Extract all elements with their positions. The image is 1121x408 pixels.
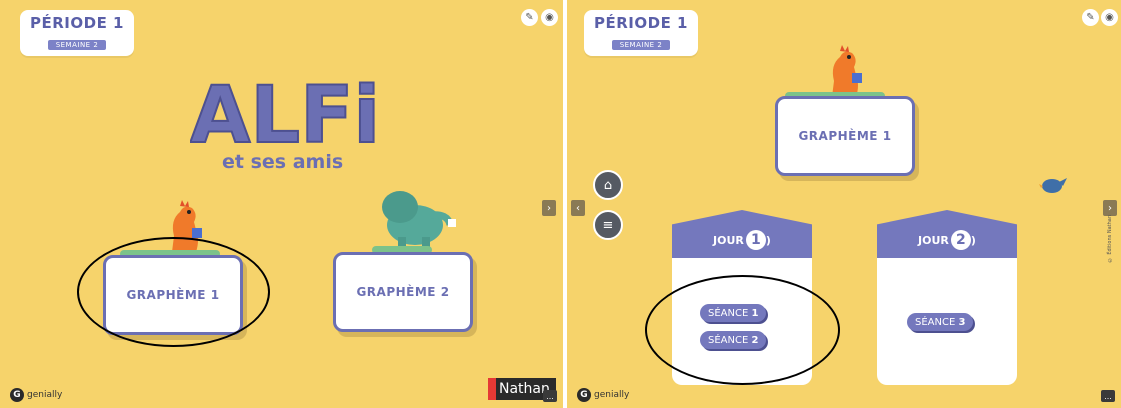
home-icon[interactable]: ⌂ — [593, 170, 623, 200]
grapheme-2-label: GRAPHÈME 2 — [356, 285, 449, 299]
highlight-ellipse — [645, 275, 840, 385]
grapheme-1-label: GRAPHÈME 1 — [798, 129, 891, 143]
next-arrow[interactable]: › — [542, 200, 556, 216]
jour-word: JOUR — [918, 234, 949, 247]
nathan-red-mark — [488, 378, 496, 400]
alfi-logo-sub: et ses amis — [222, 151, 343, 173]
jour-word: JOUR — [713, 234, 744, 247]
genially-logo-icon: G — [577, 388, 591, 402]
seance-3-button[interactable]: SÉANCE 3 — [907, 313, 974, 331]
genially-label: genially — [594, 390, 630, 400]
grapheme-word: GRAPHÈME — [356, 285, 436, 299]
highlight-ellipse — [77, 237, 270, 347]
grapheme-2-card[interactable]: GRAPHÈME 2 — [333, 252, 473, 332]
prev-arrow[interactable]: ‹ — [571, 200, 585, 216]
alfi-logo-main: ALFi — [190, 71, 380, 161]
seance-num: 3 — [958, 316, 966, 328]
next-arrow[interactable]: › — [1103, 200, 1117, 216]
jour-suffix: ) — [970, 234, 976, 247]
period-week: SEMAINE 2 — [611, 40, 671, 50]
jour-2-panel: JOUR 2) — [877, 210, 1017, 385]
left-panel: PÉRIODE 1 SEMAINE 2 ✎ ◉ ALFi et ses amis… — [0, 0, 563, 408]
period-week: SEMAINE 2 — [47, 40, 107, 50]
genially-logo-icon: G — [10, 388, 24, 402]
palette-icon[interactable]: ◉ — [1101, 9, 1118, 26]
grapheme-1-card[interactable]: GRAPHÈME 1 — [775, 96, 915, 176]
right-panel: PÉRIODE 1 SEMAINE 2 ✎ ◉ GRAPHÈME 1 ⌂ ≡ ‹… — [567, 0, 1121, 408]
jour-num: 1 — [745, 230, 766, 250]
copyright-text: © Éditions Nathan — [1107, 215, 1113, 263]
genially-brand[interactable]: G genially — [10, 388, 62, 402]
bird-illustration — [1039, 178, 1067, 193]
grapheme-word: GRAPHÈME — [798, 129, 878, 143]
pencil-icon[interactable]: ✎ — [521, 9, 538, 26]
genially-label: genially — [27, 390, 63, 400]
menu-icon[interactable]: ≡ — [593, 210, 623, 240]
jour-suffix: ) — [765, 234, 771, 247]
jour-num: 2 — [950, 230, 971, 250]
period-title: PÉRIODE 1 — [594, 14, 688, 32]
period-badge: PÉRIODE 1 SEMAINE 2 — [20, 10, 134, 56]
more-options-button[interactable]: ... — [543, 390, 557, 402]
jour-2-label: JOUR 2) — [877, 230, 1017, 250]
grapheme-num: 2 — [440, 285, 450, 299]
elephant-illustration — [382, 191, 456, 253]
period-title: PÉRIODE 1 — [30, 14, 124, 32]
seance-word: SÉANCE — [915, 316, 956, 328]
grapheme-num: 1 — [882, 129, 892, 143]
alfi-logo: ALFi et ses amis — [190, 70, 381, 173]
genially-brand[interactable]: G genially — [577, 388, 629, 402]
pencil-icon[interactable]: ✎ — [1082, 9, 1099, 26]
period-badge: PÉRIODE 1 SEMAINE 2 — [584, 10, 698, 56]
more-options-button[interactable]: ... — [1101, 390, 1115, 402]
palette-icon[interactable]: ◉ — [541, 9, 558, 26]
jour-1-label: JOUR 1) — [672, 230, 812, 250]
